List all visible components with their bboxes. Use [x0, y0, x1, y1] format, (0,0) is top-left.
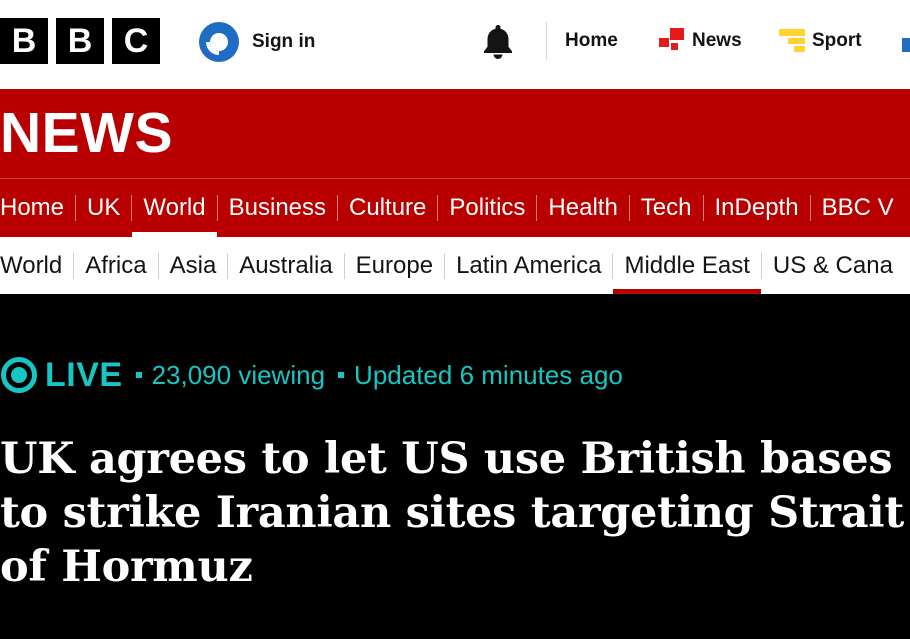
- news-wordmark[interactable]: NEWS: [0, 103, 173, 163]
- bbc-logo[interactable]: B B C: [0, 18, 160, 64]
- viewer-count: 23,090 viewing: [151, 359, 326, 390]
- section-nav-indepth[interactable]: InDepth: [704, 179, 810, 237]
- news-banner: NEWS: [0, 89, 910, 178]
- live-pulse-icon: [1, 357, 37, 393]
- sign-in-label: Sign in: [252, 31, 316, 52]
- nav-overflow-edge: [902, 38, 910, 52]
- news-icon: [659, 28, 684, 50]
- global-nav-sport[interactable]: Sport: [778, 24, 862, 58]
- global-nav-news[interactable]: News: [658, 24, 742, 58]
- article-headline: UK agrees to let US use British bases to…: [0, 434, 904, 592]
- sub-nav-europe[interactable]: Europe: [345, 237, 444, 294]
- section-nav-business[interactable]: Business: [218, 179, 337, 237]
- sub-nav-asia[interactable]: Asia: [159, 237, 228, 294]
- section-nav-world[interactable]: World: [132, 179, 217, 237]
- live-status-bar: LIVE 23,090 viewing Updated 6 minutes ag…: [0, 354, 623, 396]
- bbc-logo-letter-c: C: [112, 18, 160, 64]
- world-sub-nav: World Africa Asia Australia Europe Latin…: [0, 237, 910, 294]
- section-nav-bbc-verify[interactable]: BBC V: [811, 179, 905, 237]
- sign-in-button[interactable]: Sign in: [199, 22, 315, 62]
- section-nav-uk[interactable]: UK: [76, 179, 131, 237]
- section-nav: Home UK World Business Culture Politics …: [0, 178, 910, 237]
- global-nav-home[interactable]: Home: [565, 24, 618, 58]
- section-nav-health[interactable]: Health: [537, 179, 628, 237]
- separator-dot: [135, 372, 142, 378]
- sub-nav-africa[interactable]: Africa: [74, 237, 157, 294]
- global-nav-home-label: Home: [565, 30, 618, 51]
- global-header: B B C Sign in Home News Sport: [0, 0, 910, 89]
- user-account-icon: [199, 22, 239, 62]
- section-nav-culture[interactable]: Culture: [338, 179, 437, 237]
- bbc-logo-letter-b2: B: [56, 18, 104, 64]
- section-nav-home[interactable]: Home: [0, 179, 75, 237]
- section-nav-politics[interactable]: Politics: [438, 179, 536, 237]
- separator-dot: [338, 372, 345, 378]
- header-divider: [546, 22, 547, 60]
- sub-nav-middle-east[interactable]: Middle East: [613, 237, 762, 294]
- last-updated: Updated 6 minutes ago: [354, 359, 623, 390]
- sub-nav-us-canada[interactable]: US & Cana: [762, 237, 904, 294]
- global-nav-news-label: News: [692, 30, 742, 51]
- sub-nav-world[interactable]: World: [0, 237, 73, 294]
- notifications-bell-icon[interactable]: [480, 22, 516, 60]
- sport-icon: [779, 29, 805, 52]
- live-label: LIVE: [45, 355, 123, 394]
- global-nav-sport-label: Sport: [812, 30, 862, 51]
- sub-nav-australia[interactable]: Australia: [228, 237, 343, 294]
- section-nav-tech[interactable]: Tech: [630, 179, 703, 237]
- bbc-logo-letter-b1: B: [0, 18, 48, 64]
- live-page-header: LIVE 23,090 viewing Updated 6 minutes ag…: [0, 294, 910, 639]
- sub-nav-latin-america[interactable]: Latin America: [445, 237, 612, 294]
